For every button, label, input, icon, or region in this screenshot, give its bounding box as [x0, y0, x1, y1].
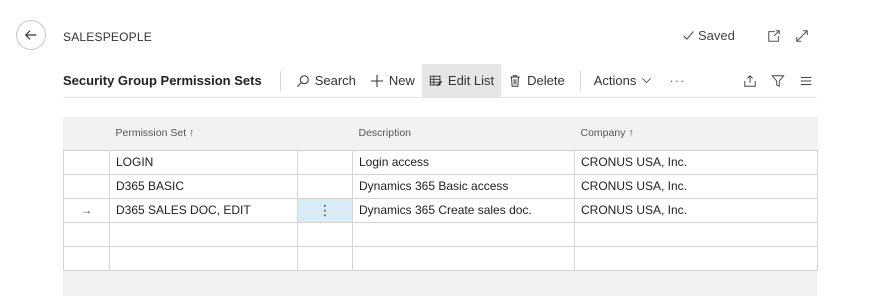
part-title: Security Group Permission Sets: [63, 73, 262, 88]
company-cell[interactable]: CRONUS USA, Inc.: [574, 173, 818, 199]
divider: [279, 70, 281, 91]
table-row-empty[interactable]: [63, 245, 818, 271]
permission-set-cell[interactable]: [109, 221, 298, 247]
row-menu-cell[interactable]: [297, 149, 353, 175]
open-in-new-window-button[interactable]: [765, 27, 783, 45]
arrow-left-icon: [24, 30, 37, 40]
row-menu-cell[interactable]: [297, 245, 353, 271]
edit-list-label: Edit List: [447, 73, 495, 88]
table-row-empty[interactable]: [63, 221, 818, 247]
company-cell[interactable]: [574, 245, 818, 271]
permission-set-cell[interactable]: [109, 245, 298, 271]
row-indicator: [63, 221, 110, 247]
checkmark-icon: [683, 31, 694, 40]
list-view-button[interactable]: [795, 70, 817, 92]
edit-list-button[interactable]: Edit List: [421, 63, 502, 98]
more-options-button[interactable]: ···: [659, 73, 695, 88]
open-in-new-window-icon: [768, 30, 780, 42]
more-vertical-icon[interactable]: ⋮: [318, 202, 332, 218]
description-cell[interactable]: Login access: [352, 149, 575, 175]
column-header-arrow: [63, 117, 110, 150]
description-cell[interactable]: Dynamics 365 Basic access: [352, 173, 575, 199]
search-button[interactable]: Search: [289, 64, 363, 98]
column-header-permission-set[interactable]: Permission Set ↑: [109, 117, 298, 150]
expand-button[interactable]: [793, 27, 811, 45]
permission-set-cell[interactable]: D365 SALES DOC, EDIT: [109, 197, 298, 223]
new-label: New: [388, 73, 415, 88]
page-caption: SALESPEOPLE: [63, 30, 152, 44]
delete-label: Delete: [527, 73, 565, 88]
permission-set-cell[interactable]: LOGIN: [109, 149, 298, 175]
column-header-menu: [297, 117, 353, 150]
permission-set-cell[interactable]: D365 BASIC: [109, 173, 298, 199]
back-button[interactable]: [16, 20, 46, 50]
table-row-selected[interactable]: → D365 SALES DOC, EDIT ⋮ Dynamics 365 Cr…: [63, 197, 818, 223]
plus-icon: [370, 74, 384, 87]
table-header-row: Permission Set ↑ Description Company ↑: [63, 117, 818, 150]
action-bar: Security Group Permission Sets Search Ne…: [63, 63, 817, 98]
row-menu-cell[interactable]: [297, 221, 353, 247]
permission-set-grid: Permission Set ↑ Description Company ↑ L…: [63, 117, 818, 296]
description-cell[interactable]: [352, 221, 575, 247]
column-header-description[interactable]: Description: [352, 117, 575, 150]
filter-icon: [771, 74, 785, 87]
search-icon: [296, 74, 309, 87]
share-icon: [744, 74, 756, 87]
divider: [579, 70, 581, 91]
description-cell[interactable]: Dynamics 365 Create sales doc.: [352, 197, 575, 223]
actions-label: Actions: [593, 73, 637, 88]
company-cell[interactable]: [574, 221, 818, 247]
table-row[interactable]: LOGIN Login access CRONUS USA, Inc.: [63, 149, 818, 175]
column-header-company[interactable]: Company ↑: [574, 117, 818, 150]
new-button[interactable]: New: [363, 64, 422, 98]
row-menu-cell[interactable]: [297, 173, 353, 199]
row-indicator: [63, 173, 110, 199]
chevron-down-icon: [642, 78, 652, 84]
table-row[interactable]: D365 BASIC Dynamics 365 Basic access CRO…: [63, 173, 818, 199]
list-view-icon: [800, 76, 812, 85]
company-cell[interactable]: CRONUS USA, Inc.: [574, 197, 818, 223]
company-cell[interactable]: CRONUS USA, Inc.: [574, 149, 818, 175]
row-indicator: [63, 149, 110, 175]
expand-icon: [796, 30, 808, 42]
row-menu-button[interactable]: ⋮: [297, 197, 353, 223]
delete-button[interactable]: Delete: [501, 64, 572, 98]
edit-list-icon: [429, 75, 443, 86]
actions-menu-button[interactable]: Actions: [587, 64, 660, 98]
filter-button[interactable]: [767, 70, 789, 92]
row-indicator: [63, 245, 110, 271]
description-cell[interactable]: [352, 245, 575, 271]
trash-icon: [510, 74, 520, 87]
permission-set-table: Permission Set ↑ Description Company ↑ L…: [63, 117, 818, 271]
row-indicator: →: [63, 197, 110, 223]
share-button[interactable]: [739, 70, 761, 92]
search-label: Search: [314, 73, 356, 88]
saved-label: Saved: [698, 28, 735, 43]
saved-indicator: Saved: [682, 28, 735, 43]
